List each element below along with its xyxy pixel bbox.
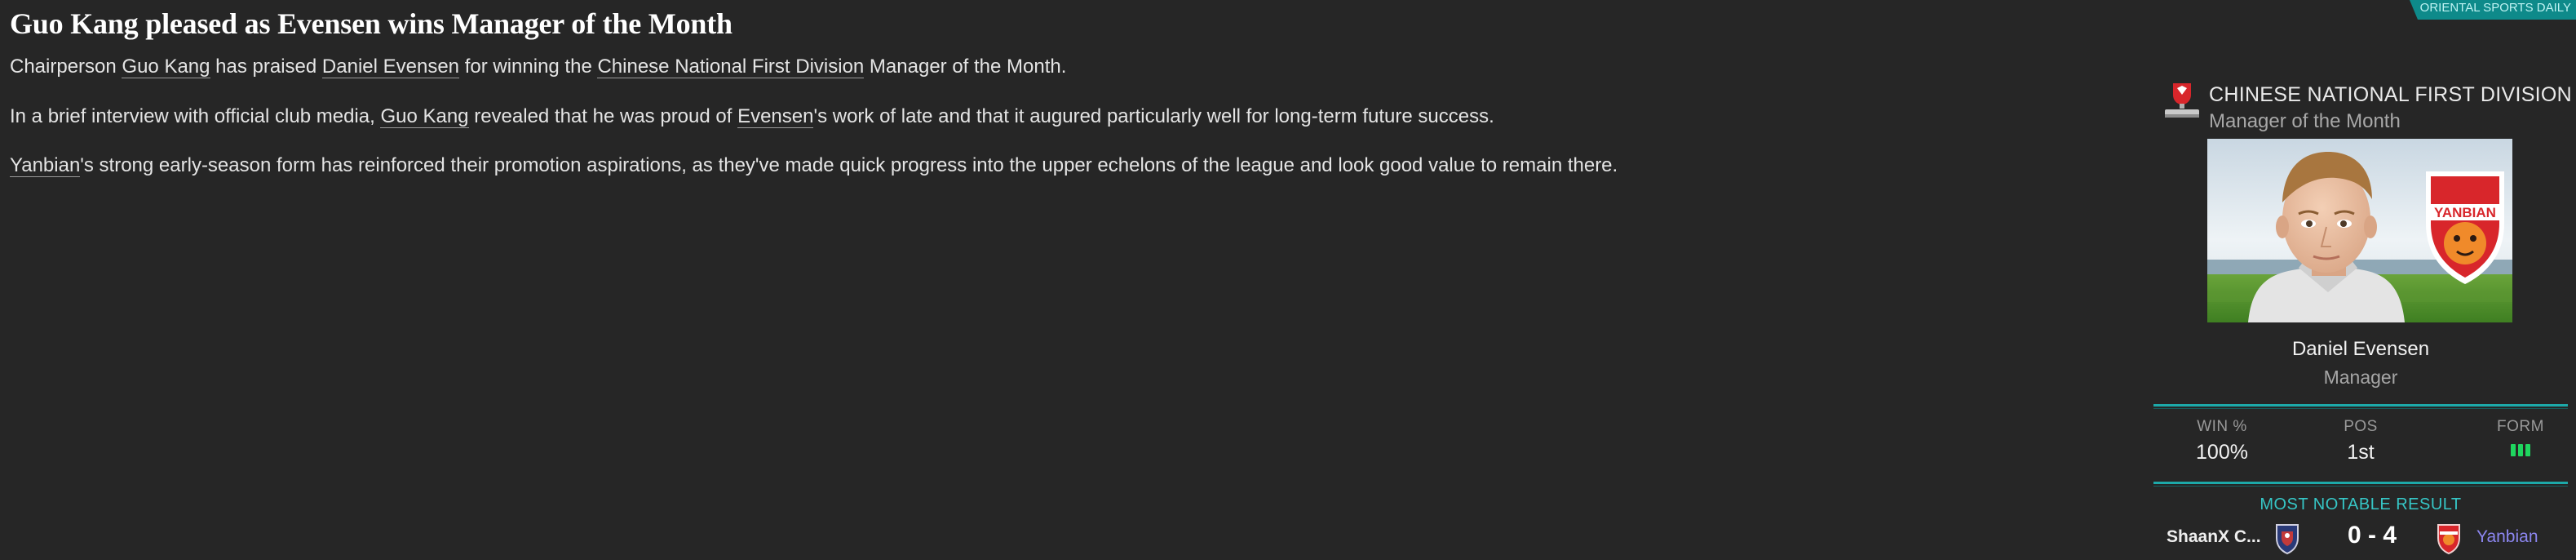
manager-photo-image: YANBIAN [2207,139,2512,322]
award-panel: CHINESE NATIONAL FIRST DIVISION Manager … [2153,65,2572,560]
stat-label: POS [2344,418,2378,435]
text-segment: In a brief interview with official club … [10,105,381,127]
form-result-3 [2525,444,2530,456]
home-team-name[interactable]: ShaanX C... [2167,527,2261,547]
article-paragraph-1: Chairperson Guo Kang has praised Daniel … [10,56,1066,78]
text-segment: Manager of the Month. [864,56,1067,78]
divider [2153,482,2568,487]
article-paragraph-3: Yanbian's strong early-season form has r… [10,154,1618,177]
award-header[interactable]: CHINESE NATIONAL FIRST DIVISION Manager … [2158,77,2572,134]
divider [2153,404,2568,409]
stat-form: FORM [2472,418,2569,456]
manager-role: Manager [2323,367,2398,388]
home-team-crest-icon [2276,524,2299,554]
stat-label: WIN % [2197,418,2247,435]
stat-win-percent: WIN % 100% [2173,418,2271,464]
text-segment: Chairperson [10,56,122,78]
person-link-guo-kang[interactable]: Guo Kang [380,105,469,128]
stat-position: POS 1st [2312,418,2410,464]
text-segment: revealed that he was proud of [468,105,738,127]
stat-value: 1st [2347,441,2375,464]
text-segment: has praised [210,56,322,78]
form-result-1 [2511,444,2516,456]
award-title: Manager of the Month [2209,110,2401,132]
person-link-guo-kang[interactable]: Guo Kang [122,56,210,78]
person-link-daniel-evensen[interactable]: Daniel Evensen [321,56,460,78]
form-result-2 [2518,444,2523,456]
person-link-evensen[interactable]: Evensen [737,105,814,128]
club-link-yanbian[interactable]: Yanbian [10,154,81,177]
away-team-name[interactable]: Yanbian [2476,527,2538,547]
stat-label: FORM [2497,418,2544,435]
most-notable-result-label: MOST NOTABLE RESULT [2260,496,2462,513]
stat-value: 100% [2196,441,2248,464]
form-bars [2472,444,2569,456]
match-score[interactable]: 0 - 4 [2330,522,2414,549]
award-competition: CHINESE NATIONAL FIRST DIVISION [2209,83,2573,106]
text-segment: 's work of late and that it augured part… [813,105,1494,127]
competition-link[interactable]: Chinese National First Division [597,56,865,78]
text-segment: 's strong early-season form has reinforc… [80,154,1618,176]
text-segment: for winning the [459,56,598,78]
manager-photo[interactable]: YANBIAN [2207,139,2512,322]
trophy-icon [2165,83,2199,118]
manager-name[interactable]: Daniel Evensen [2153,338,2568,361]
club-badge-text: YANBIAN [2434,205,2496,220]
article-headline: Guo Kang pleased as Evensen wins Manager… [10,7,733,40]
article-paragraph-2: In a brief interview with official club … [10,105,1494,128]
notable-result-row[interactable]: ShaanX C... 0 - 4 Yanbian [2153,520,2568,558]
source-badge: ORIENTAL SPORTS DAILY [2410,0,2576,20]
away-team-crest-icon [2437,524,2460,554]
